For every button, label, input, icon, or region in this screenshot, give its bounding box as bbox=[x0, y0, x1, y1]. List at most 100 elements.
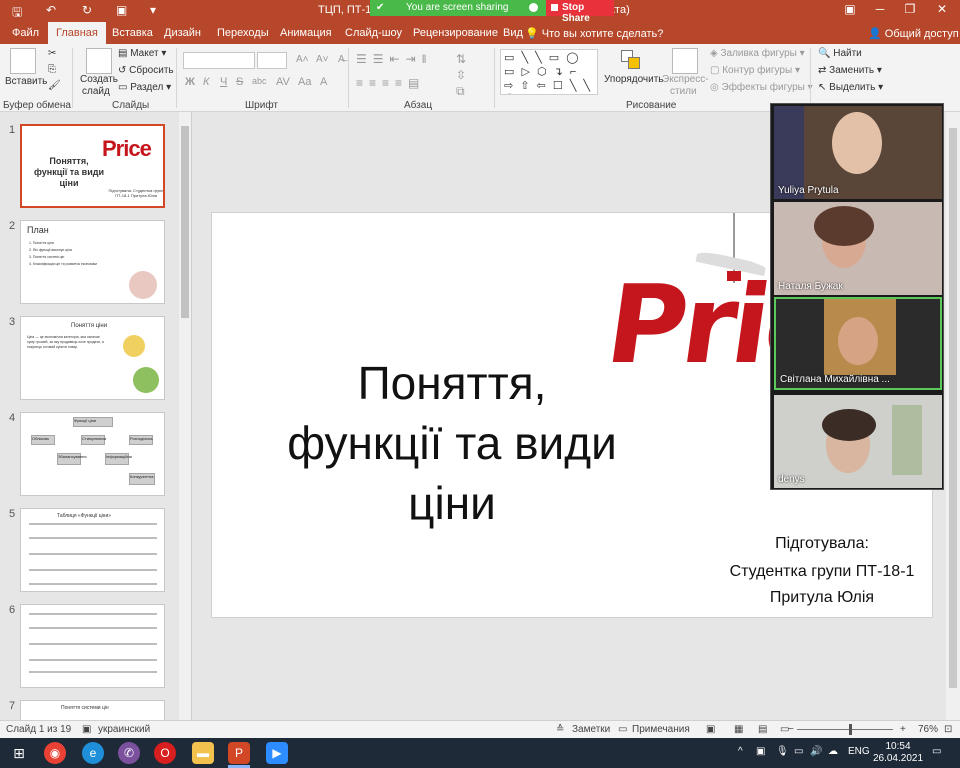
customize-toolbar-icon[interactable]: ▾ bbox=[150, 3, 156, 17]
undo-icon[interactable]: ↶ bbox=[46, 3, 56, 17]
tray-app-icon[interactable]: ▣ bbox=[756, 746, 765, 757]
tell-me-search[interactable]: 💡 Что вы хотите сделать? bbox=[525, 27, 663, 40]
shape-fill-button[interactable]: ◈ Заливка фигуры ▾ bbox=[710, 48, 805, 59]
section-button[interactable]: ▭ Раздел ▾ bbox=[118, 82, 171, 93]
format-painter-icon[interactable]: 🖌 bbox=[48, 80, 61, 91]
share-button[interactable]: 👤 Общий доступ bbox=[868, 27, 959, 40]
editor-scrollbar[interactable] bbox=[946, 112, 960, 720]
reset-button[interactable]: ↺ Сбросить bbox=[118, 65, 174, 76]
increase-font-icon[interactable]: A˄ bbox=[296, 54, 309, 65]
underline-button[interactable]: Ч bbox=[220, 76, 227, 88]
network-icon[interactable]: ▭ bbox=[794, 746, 803, 757]
windows-start-icon[interactable]: ⊞ bbox=[8, 742, 30, 764]
select-button[interactable]: ↖ Выделить ▾ bbox=[818, 82, 883, 93]
tab-file[interactable]: Файл bbox=[12, 27, 39, 39]
cut-icon[interactable]: ✂ bbox=[48, 48, 56, 59]
redo-icon[interactable]: ↻ bbox=[82, 3, 92, 17]
zoom-app-icon[interactable]: ▶ bbox=[266, 742, 288, 764]
chrome-icon[interactable]: ◉ bbox=[44, 742, 66, 764]
shape-effects-button[interactable]: ◎ Эффекты фигуры ▾ bbox=[710, 82, 813, 93]
copy-icon[interactable]: ⎘ bbox=[48, 64, 56, 75]
paste-icon[interactable] bbox=[10, 48, 36, 74]
slide-thumbnail-pane[interactable]: 1 Price Поняття, функції та види ціни Пі… bbox=[0, 112, 192, 720]
opera-icon[interactable]: O bbox=[154, 742, 176, 764]
scrollbar-thumb[interactable] bbox=[181, 126, 189, 318]
zoom-slider[interactable] bbox=[797, 729, 893, 730]
spellcheck-icon[interactable]: ▣ bbox=[82, 724, 91, 735]
shadow-button[interactable]: abc bbox=[252, 76, 267, 86]
fit-to-window-icon[interactable]: ⊡ bbox=[944, 724, 952, 735]
paragraph-list-tools[interactable]: ☰☰⇤⇥‖ bbox=[356, 52, 433, 66]
scrollbar-thumb[interactable] bbox=[949, 128, 957, 688]
tab-review[interactable]: Рецензирование bbox=[413, 27, 498, 39]
onedrive-icon[interactable]: ☁ bbox=[828, 746, 838, 757]
thumbnail-scrollbar[interactable] bbox=[179, 112, 191, 720]
tab-slideshow[interactable]: Слайд-шоу bbox=[345, 27, 402, 39]
font-size-select[interactable] bbox=[257, 52, 287, 69]
file-explorer-icon[interactable]: ▬ bbox=[192, 742, 214, 764]
participant-tile[interactable]: Наталя Бужак bbox=[774, 202, 942, 295]
italic-button[interactable]: К bbox=[203, 76, 209, 88]
edge-icon[interactable]: e bbox=[82, 742, 104, 764]
slide-thumbnail-3[interactable]: Поняття ціни Ціна — це економічна катего… bbox=[20, 316, 165, 400]
zoom-level[interactable]: 76% bbox=[918, 724, 938, 735]
participant-tile-active-speaker[interactable]: Світлана Михайлівна ... bbox=[774, 297, 942, 390]
char-spacing-icon[interactable]: AV bbox=[276, 76, 290, 88]
tray-expand-icon[interactable]: ^ bbox=[738, 746, 743, 757]
system-clock[interactable]: 10:54 26.04.2021 bbox=[868, 741, 928, 765]
tab-transitions[interactable]: Переходы bbox=[217, 27, 269, 39]
video-gallery-panel[interactable]: Yuliya Prytula Наталя Бужак Світлана Мих… bbox=[770, 103, 944, 490]
input-language[interactable]: ENG bbox=[848, 746, 870, 757]
powerpoint-icon[interactable]: P bbox=[228, 742, 250, 764]
ribbon-options-icon[interactable]: ▣ bbox=[838, 2, 862, 20]
zoom-out-button[interactable]: − bbox=[788, 724, 794, 735]
slide-thumbnail-6[interactable] bbox=[20, 604, 165, 688]
quick-styles-button-line2[interactable]: стили bbox=[670, 86, 697, 97]
close-button[interactable]: ✕ bbox=[930, 2, 954, 20]
replace-button[interactable]: ⇄ Заменить ▾ bbox=[818, 65, 882, 76]
new-slide-button[interactable]: Создать bbox=[80, 74, 118, 85]
smartart-icon[interactable]: ⧉ bbox=[456, 84, 465, 99]
arrange-button[interactable]: Упорядочить bbox=[604, 74, 664, 85]
screen-sharing-banner[interactable]: ✔ You are screen sharing bbox=[370, 0, 546, 16]
tab-design[interactable]: Дизайн bbox=[164, 27, 201, 39]
notes-button[interactable]: Заметки bbox=[572, 724, 610, 735]
tab-home[interactable]: Главная bbox=[48, 22, 106, 44]
slide-author-name[interactable]: Притула Юлія bbox=[712, 589, 932, 607]
microphone-icon[interactable]: 🎙 bbox=[776, 746, 789, 757]
normal-view-icon[interactable]: ▣ bbox=[706, 724, 715, 735]
comments-button[interactable]: Примечания bbox=[632, 724, 690, 735]
strikethrough-button[interactable]: S bbox=[236, 76, 243, 88]
font-family-select[interactable] bbox=[183, 52, 255, 69]
restore-button[interactable]: ❐ bbox=[898, 2, 922, 20]
comments-icon[interactable]: ▭ bbox=[618, 724, 627, 735]
new-slide-button-line2[interactable]: слайд bbox=[82, 86, 110, 97]
viber-icon[interactable]: ✆ bbox=[118, 742, 140, 764]
volume-icon[interactable]: 🔊 bbox=[810, 746, 822, 757]
tab-animation[interactable]: Анимация bbox=[280, 27, 332, 39]
stop-share-button[interactable]: Stop Share bbox=[546, 0, 614, 24]
new-slide-icon[interactable] bbox=[86, 48, 112, 74]
zoom-slider-thumb[interactable] bbox=[849, 724, 852, 735]
bold-button[interactable]: Ж bbox=[185, 76, 195, 88]
find-button[interactable]: 🔍 Найти bbox=[818, 48, 862, 59]
change-case-icon[interactable]: Aa bbox=[298, 76, 311, 88]
decrease-font-icon[interactable]: A˅ bbox=[316, 54, 329, 65]
save-icon[interactable]: 🖫 bbox=[12, 3, 22, 24]
font-color-icon[interactable]: A bbox=[320, 76, 327, 88]
slide-thumbnail-5[interactable]: Таблиця «Функції ціни» bbox=[20, 508, 165, 592]
notifications-icon[interactable]: ▭ bbox=[932, 746, 941, 757]
layout-button[interactable]: ▤ Макет ▾ bbox=[118, 48, 166, 59]
paragraph-align-tools[interactable]: ≡≡≡≡▤ bbox=[356, 76, 425, 90]
shape-outline-button[interactable]: ▢ Контур фигуры ▾ bbox=[710, 65, 800, 76]
quick-styles-icon[interactable] bbox=[672, 48, 698, 74]
notes-icon[interactable]: ≙ bbox=[556, 724, 564, 735]
clear-format-icon[interactable]: A̶ bbox=[338, 54, 345, 65]
tab-insert[interactable]: Вставка bbox=[112, 27, 153, 39]
participant-tile[interactable]: denys bbox=[774, 395, 942, 488]
slide-author-label[interactable]: Підготувала: bbox=[712, 535, 932, 553]
paste-button[interactable]: Вставить bbox=[5, 76, 47, 87]
text-direction-icon[interactable]: ⇅ bbox=[456, 52, 466, 66]
start-from-beginning-icon[interactable]: ▣ bbox=[116, 3, 127, 17]
shapes-gallery[interactable]: ▭ ╲ ╲ ▭ ◯ ▭ ▷ ⬡ ↴ ⌐ ⇨ ⇧ ⇦ ☐ ╲ ╲ ⌒ { } ☆ bbox=[500, 49, 598, 95]
